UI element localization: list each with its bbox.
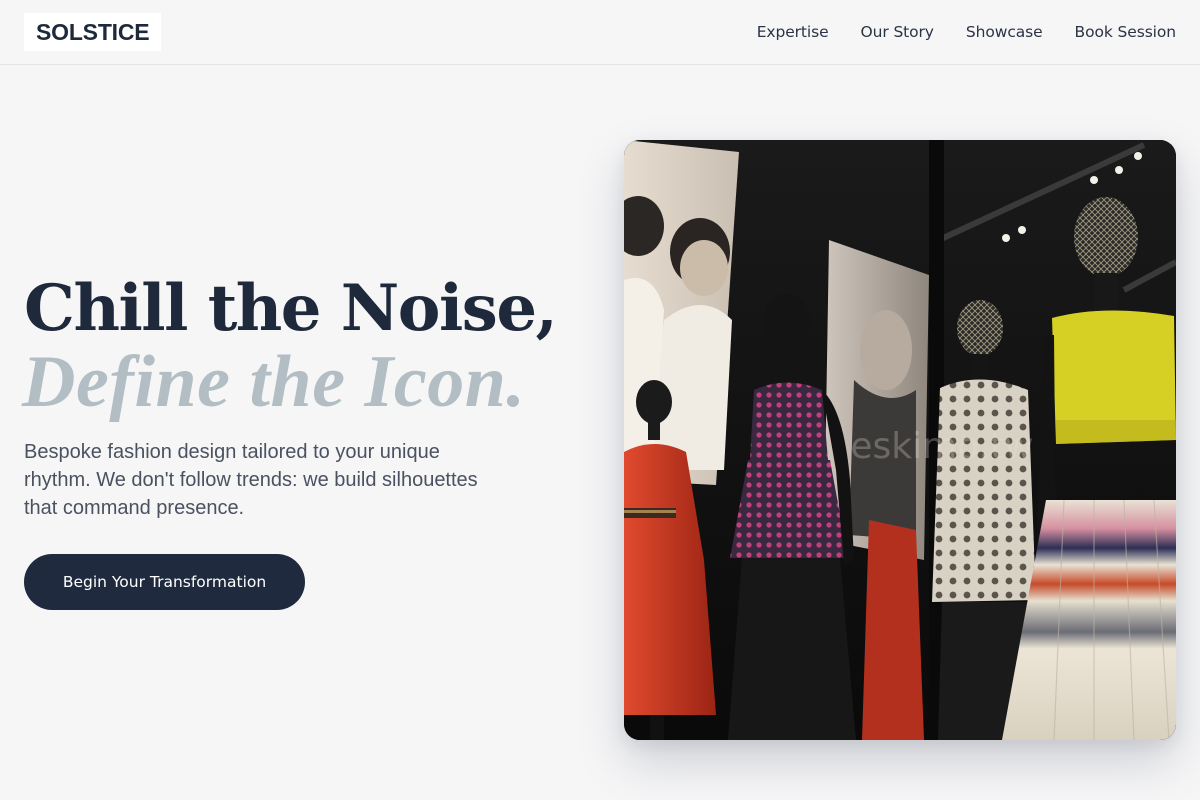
nav-link-book-session[interactable]: Book Session (1075, 23, 1177, 41)
hero-subtitle: Define the Icon. (22, 341, 526, 423)
nav-link-our-story[interactable]: Our Story (861, 23, 934, 41)
hero-description: Bespoke fashion design tailored to your … (24, 441, 478, 519)
hero-title: Chill the Noise, (24, 271, 558, 346)
main-nav: Expertise Our Story Showcase Book Sessio… (757, 0, 1176, 64)
begin-transformation-button[interactable]: Begin Your Transformation (24, 554, 305, 610)
site-header: SOLSTICE Expertise Our Story Showcase Bo… (0, 0, 1200, 65)
nav-link-expertise[interactable]: Expertise (757, 23, 829, 41)
hero-image: eskimo.tw (624, 140, 1176, 740)
brand-logo[interactable]: SOLSTICE (24, 13, 162, 51)
nav-link-showcase[interactable]: Showcase (966, 23, 1043, 41)
fashion-exhibit-photo: eskimo.tw (624, 140, 1176, 740)
photo-watermark: eskimo.tw (850, 426, 1033, 467)
